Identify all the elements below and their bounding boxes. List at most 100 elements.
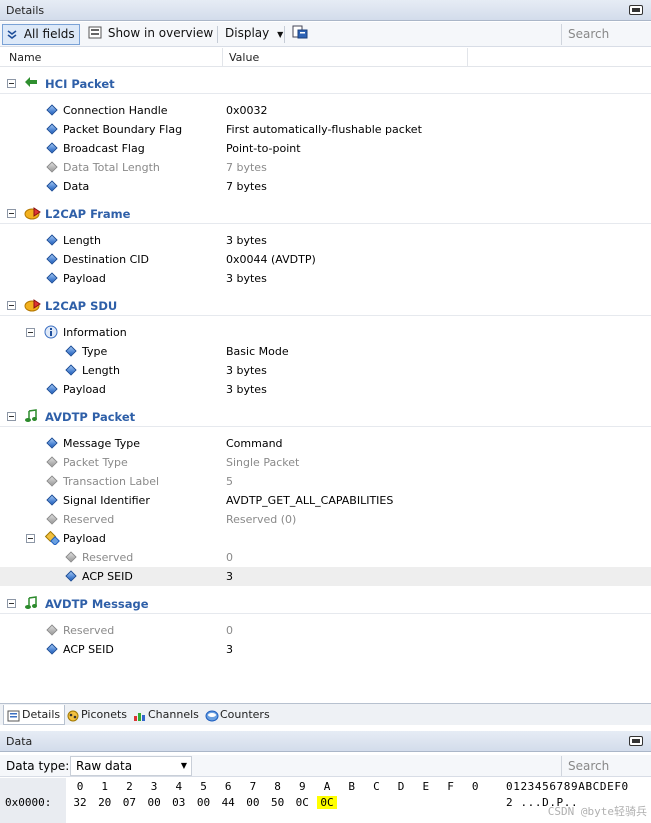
tree-group-information[interactable]: Information (0, 323, 651, 342)
column-divider[interactable] (467, 48, 468, 67)
data-search-input[interactable]: Search (561, 756, 649, 776)
column-divider[interactable] (222, 48, 223, 67)
hex-byte[interactable]: 44 (218, 796, 238, 809)
tree-row[interactable]: Transaction Label 5 (0, 472, 651, 491)
tree-section-l2cap-frame[interactable]: L2CAP Frame (0, 204, 651, 223)
tab-label: Details (22, 708, 61, 721)
tree-row[interactable]: Destination CID 0x0044 (AVDTP) (0, 250, 651, 269)
name-column-header[interactable]: Name (9, 51, 41, 64)
collapse-toggle-icon[interactable] (26, 328, 35, 337)
tree-row[interactable]: Data 7 bytes (0, 177, 651, 196)
field-name: Signal Identifier (63, 494, 150, 507)
tree-group-label: Payload (63, 532, 106, 545)
tab-channels[interactable]: Channels (130, 705, 203, 725)
field-diamond-icon (46, 513, 58, 525)
hex-byte[interactable]: 50 (268, 796, 288, 809)
data-type-value: Raw data (76, 759, 133, 773)
tab-details[interactable]: Details (3, 705, 66, 725)
tree-row[interactable]: Payload 3 bytes (0, 380, 651, 399)
tree-row[interactable]: Message Type Command (0, 434, 651, 453)
collapse-toggle-icon[interactable] (7, 209, 16, 218)
hex-view[interactable]: 0 1 2 3 4 5 6 7 8 9 A B C D E F 0 0123456789ABCDEF0 0x0000… (0, 778, 651, 823)
data-panel-title: Data (6, 735, 33, 748)
hex-column-header: 5 (200, 780, 207, 793)
hex-byte[interactable]: 0C (292, 796, 312, 809)
hex-byte[interactable]: 20 (95, 796, 115, 809)
panel-window-icon[interactable] (629, 736, 643, 746)
field-name: Length (63, 234, 101, 247)
field-diamond-icon (46, 456, 58, 468)
section-underline (0, 93, 651, 94)
tree-section-avdtp-message[interactable]: AVDTP Message (0, 594, 651, 613)
tree-group-payload[interactable]: Payload (0, 529, 651, 548)
collapse-toggle-icon[interactable] (7, 412, 16, 421)
hex-byte[interactable]: 00 (194, 796, 214, 809)
tree-row[interactable]: Type Basic Mode (0, 342, 651, 361)
all-fields-button[interactable]: All fields (2, 24, 80, 45)
details-toolbar: All fields Show in overview Display ▼ Se… (0, 22, 651, 47)
tree-row[interactable]: ACP SEID 3 (0, 640, 651, 659)
section-label: HCI Packet (45, 77, 115, 91)
hex-byte[interactable]: 07 (119, 796, 139, 809)
toolbar-separator (217, 26, 218, 43)
tree-section-avdtp-packet[interactable]: AVDTP Packet (0, 407, 651, 426)
tree-row[interactable]: Data Total Length 7 bytes (0, 158, 651, 177)
value-column-header[interactable]: Value (229, 51, 259, 64)
field-name: Type (82, 345, 108, 358)
export-button[interactable] (288, 24, 312, 45)
tree-row[interactable]: Packet Boundary Flag First automatically-… (0, 120, 651, 139)
field-name: Length (82, 364, 120, 377)
hex-byte[interactable]: 32 (70, 796, 90, 809)
field-diamond-icon (46, 272, 58, 284)
tree-row[interactable]: Payload 3 bytes (0, 269, 651, 288)
tree-row[interactable]: Broadcast Flag Point-to-point (0, 139, 651, 158)
tree-row[interactable]: Connection Handle 0x0032 (0, 101, 651, 120)
collapse-toggle-icon[interactable] (7, 301, 16, 310)
hex-column-header: 1 (101, 780, 108, 793)
hex-column-header: 2 (126, 780, 133, 793)
tree-row[interactable]: ACP SEID 3 (0, 567, 651, 586)
tree-row[interactable]: Reserved Reserved (0) (0, 510, 651, 529)
hex-byte[interactable]: 03 (169, 796, 189, 809)
show-in-overview-button[interactable]: Show in overview (84, 24, 217, 45)
tree-section-hci-packet[interactable]: HCI Packet (0, 74, 651, 93)
field-name: ACP SEID (63, 643, 114, 656)
tab-label: Counters (220, 708, 270, 721)
display-dropdown[interactable]: Display ▼ (221, 24, 287, 45)
tree-row[interactable]: Reserved 0 (0, 621, 651, 640)
tab-counters[interactable]: Counters (202, 705, 274, 725)
hex-byte[interactable]: 00 (243, 796, 263, 809)
tree-row[interactable]: Length 3 bytes (0, 231, 651, 250)
hex-column-header: 7 (249, 780, 257, 793)
hex-byte[interactable]: 00 (144, 796, 164, 809)
details-search-input[interactable]: Search (561, 24, 649, 45)
tree-section-l2cap-sdu[interactable]: L2CAP SDU (0, 296, 651, 315)
hex-byte[interactable]: 0C (317, 796, 337, 809)
field-name: Data (63, 180, 90, 193)
tree-row[interactable]: Length 3 bytes (0, 361, 651, 380)
field-value: 3 bytes (226, 234, 267, 247)
section-label: AVDTP Message (45, 597, 149, 611)
field-value: 0x0032 (226, 104, 268, 117)
field-name: Transaction Label (63, 475, 160, 488)
collapse-toggle-icon[interactable] (26, 534, 35, 543)
collapse-toggle-icon[interactable] (7, 599, 16, 608)
column-header: Name Value (0, 48, 651, 67)
field-name: Destination CID (63, 253, 150, 266)
field-value: 3 (226, 643, 233, 656)
tab-piconets[interactable]: Piconets (63, 705, 131, 725)
data-type-bar: Data type: Raw data ▼ Search (0, 755, 651, 777)
field-diamond-icon (65, 570, 77, 582)
toolbar-separator (284, 26, 285, 43)
field-diamond-icon (46, 234, 58, 246)
bottom-tab-bar: Details Piconets Channels Counters (0, 703, 651, 725)
hex-column-header: F (447, 780, 454, 793)
collapse-toggle-icon[interactable] (7, 79, 16, 88)
hex-row-offset: 0x0000: (5, 796, 52, 809)
panel-window-icon[interactable] (629, 5, 643, 15)
tree-row[interactable]: Signal Identifier AVDTP_GET_ALL_CAPABILIT… (0, 491, 651, 510)
data-type-select[interactable]: Raw data ▼ (70, 756, 192, 776)
field-value: Point-to-point (226, 142, 301, 155)
tree-row[interactable]: Packet Type Single Packet (0, 453, 651, 472)
tree-row[interactable]: Reserved 0 (0, 548, 651, 567)
